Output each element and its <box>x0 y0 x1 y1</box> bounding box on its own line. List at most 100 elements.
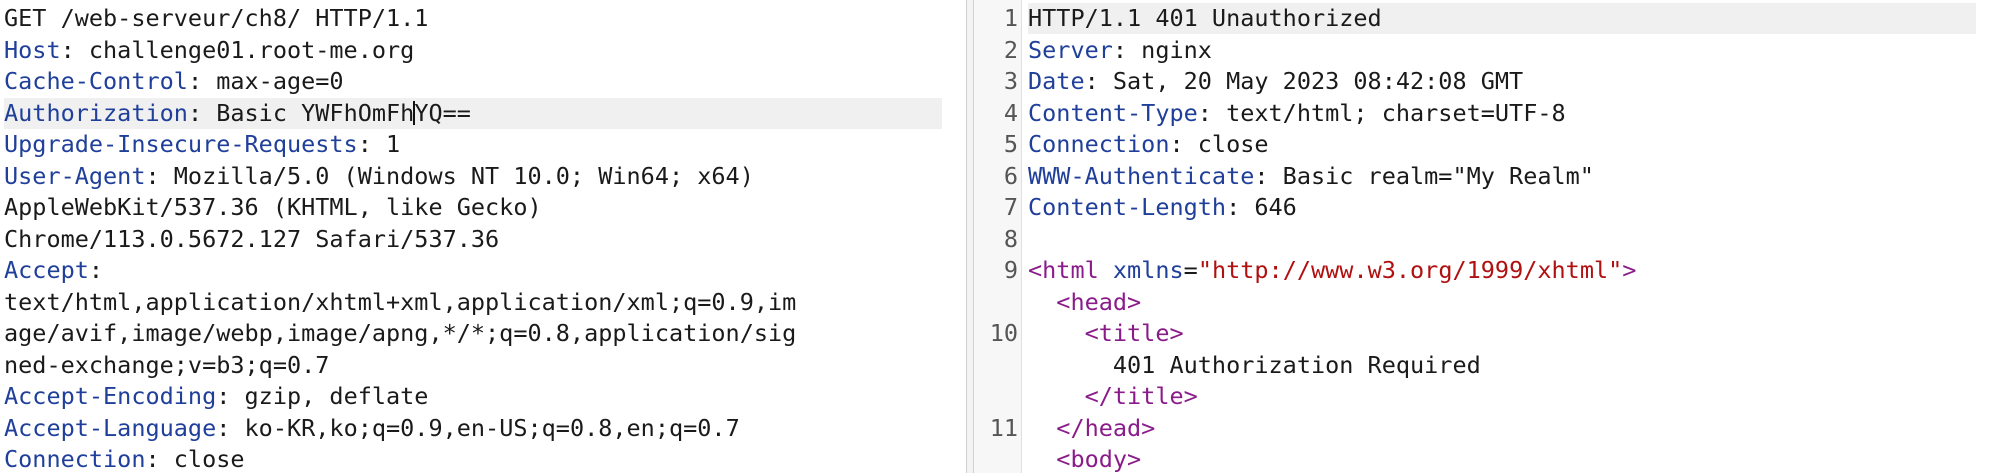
response-line[interactable]: Content-Type: text/html; charset=UTF-8 <box>1028 98 1976 129</box>
line-text: GET /web-serveur/ch8/ HTTP/1.1 <box>4 4 429 32</box>
html-tag: > <box>1622 256 1637 284</box>
pane-splitter[interactable] <box>966 0 974 473</box>
request-line[interactable]: Connection: close <box>4 444 942 473</box>
header-name: Upgrade-Insecure-Requests <box>4 130 358 158</box>
line-text: Chrome/113.0.5672.127 Safari/537.36 <box>4 224 500 253</box>
header-name: Connection <box>4 445 146 473</box>
line-text: ned-exchange;v=b3;q=0.7 <box>4 350 330 379</box>
html-tag: </title> <box>1084 382 1198 410</box>
line-text: : Mozilla/5.0 (Windows NT 10.0; Win64; x… <box>145 161 754 190</box>
html-tag: <body> <box>1056 445 1142 473</box>
line-number: 1 <box>1003 4 1018 32</box>
line-text: : close <box>1169 130 1269 158</box>
line-number: 5 <box>1003 130 1018 158</box>
response-line[interactable]: 401 Authorization Required <box>1028 350 1976 381</box>
response-line[interactable]: <head> <box>1028 287 1976 318</box>
header-name: Server <box>1028 35 1113 64</box>
line-text <box>1028 319 1085 347</box>
line-text: : challenge01.root-me.org <box>60 35 415 64</box>
header-name: Authorization <box>4 98 188 127</box>
response-viewer[interactable]: 1 HTTP/1.1 401 Unauthorized 2 Server: nginx… <box>974 0 2000 473</box>
header-name: Content-Type <box>1028 98 1198 127</box>
request-line[interactable]: Authorization: Basic YWFhOmFhYQ== <box>4 97 942 129</box>
header-name: Accept-Encoding <box>4 382 217 410</box>
attribute-value: "http://www.w3.org/1999/xhtml" <box>1197 256 1623 284</box>
request-line[interactable]: AppleWebKit/537.36 (KHTML, like Gecko) <box>4 192 942 223</box>
line-text: : Basic YWFhOmFh <box>187 98 415 127</box>
line-text: YQ== <box>414 98 471 127</box>
header-name: Host <box>4 35 61 64</box>
line-text: 401 Authorization Required <box>1028 350 1481 379</box>
line-text: : text/html; charset=UTF-8 <box>1197 98 1566 127</box>
line-text: : gzip, deflate <box>216 382 429 410</box>
line-text: : <box>88 256 104 284</box>
request-line[interactable]: User-Agent: Mozilla/5.0 (Windows NT 10.0… <box>4 161 942 192</box>
line-number: 9 <box>1003 256 1018 284</box>
line-number: 2 <box>1003 35 1018 64</box>
request-line[interactable]: Accept-Encoding: gzip, deflate <box>4 381 942 412</box>
request-line[interactable]: text/html,application/xhtml+xml,applicat… <box>4 287 942 318</box>
response-line[interactable]: <html xmlns="http://www.w3.org/1999/xhtm… <box>1028 255 1976 286</box>
line-text: : ko-KR,ko;q=0.9,en-US;q=0.8,en;q=0.7 <box>216 413 740 442</box>
line-number <box>974 381 1018 412</box>
line-text: text/html,application/xhtml+xml,applicat… <box>4 287 797 316</box>
header-name: User-Agent <box>4 161 146 190</box>
html-tag: <title> <box>1084 319 1184 347</box>
response-line[interactable] <box>1028 224 1976 255</box>
header-name: Cache-Control <box>4 67 188 95</box>
request-line[interactable]: ned-exchange;v=b3;q=0.7 <box>4 350 942 381</box>
header-name: Content-Length <box>1028 193 1227 221</box>
response-line[interactable]: <body> <box>1028 444 1976 473</box>
header-name: Accept <box>4 256 89 284</box>
line-text: age/avif,image/webp,image/apng,*/*;q=0.8… <box>4 319 797 347</box>
response-line[interactable]: <title> <box>1028 318 1976 349</box>
response-line[interactable]: Connection: close <box>1028 129 1976 160</box>
line-text <box>1028 288 1056 316</box>
header-name: WWW-Authenticate <box>1028 161 1255 190</box>
header-name: Accept-Language <box>4 413 217 442</box>
line-text <box>1028 445 1056 473</box>
request-line[interactable]: Accept-Language: ko-KR,ko;q=0.9,en-US;q=… <box>4 413 942 444</box>
line-number <box>974 287 1018 318</box>
response-line[interactable]: HTTP/1.1 401 Unauthorized <box>1028 3 1976 34</box>
header-name: Date <box>1028 67 1085 95</box>
line-text: = <box>1183 256 1198 284</box>
request-line[interactable]: Host: challenge01.root-me.org <box>4 35 942 66</box>
response-line[interactable]: WWW-Authenticate: Basic realm="My Realm" <box>1028 161 1976 192</box>
response-line[interactable]: Server: nginx <box>1028 35 1976 66</box>
request-editor[interactable]: GET /web-serveur/ch8/ HTTP/1.1 Host: chal… <box>0 0 966 473</box>
line-text: : Basic realm="My Realm" <box>1254 161 1594 190</box>
line-text: : Sat, 20 May 2023 08:42:08 GMT <box>1084 67 1524 95</box>
line-number <box>974 350 1018 381</box>
line-text <box>1028 382 1085 410</box>
html-tag: <head> <box>1056 287 1142 316</box>
line-number: 10 <box>989 319 1018 347</box>
line-number: 7 <box>1003 193 1018 221</box>
request-line[interactable]: Accept: <box>4 255 942 286</box>
line-text: : close <box>145 445 245 473</box>
line-text: : nginx <box>1112 35 1212 64</box>
response-line[interactable]: Content-Length: 646 <box>1028 192 1976 223</box>
line-number: 3 <box>1003 67 1018 95</box>
line-text: HTTP/1.1 401 Unauthorized <box>1028 4 1382 32</box>
response-line[interactable]: Date: Sat, 20 May 2023 08:42:08 GMT <box>1028 66 1976 97</box>
html-tag: <html <box>1028 256 1099 284</box>
line-number: 11 <box>989 413 1018 442</box>
line-number: 4 <box>1003 98 1018 127</box>
request-line[interactable]: Upgrade-Insecure-Requests: 1 <box>4 129 942 160</box>
http-editor: GET /web-serveur/ch8/ HTTP/1.1 Host: chal… <box>0 0 2000 473</box>
request-line[interactable]: age/avif,image/webp,image/apng,*/*;q=0.8… <box>4 318 942 349</box>
line-text: : 646 <box>1226 193 1297 221</box>
line-text: : 1 <box>357 130 401 158</box>
html-tag: </head> <box>1056 413 1156 442</box>
line-number: 6 <box>1003 161 1018 190</box>
line-text: : max-age=0 <box>187 67 344 95</box>
request-line[interactable]: Cache-Control: max-age=0 <box>4 66 942 97</box>
line-text <box>1028 414 1056 442</box>
line-number <box>974 444 1018 473</box>
response-line[interactable]: </head> <box>1028 413 1976 444</box>
request-line[interactable]: GET /web-serveur/ch8/ HTTP/1.1 <box>4 3 942 34</box>
response-line[interactable]: </title> <box>1028 381 1976 412</box>
line-text <box>1099 256 1113 284</box>
request-line[interactable]: Chrome/113.0.5672.127 Safari/537.36 <box>4 224 942 255</box>
